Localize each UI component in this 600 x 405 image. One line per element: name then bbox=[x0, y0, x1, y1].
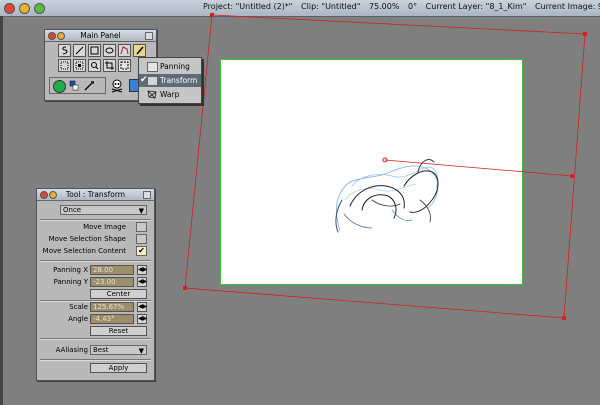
edge-handle-right[interactable] bbox=[570, 174, 574, 178]
panning-y-stepper[interactable]: ◀▶ bbox=[137, 277, 147, 287]
color-group bbox=[49, 77, 106, 94]
move-selection-content-checkbox[interactable]: ✔ bbox=[136, 246, 147, 256]
grid-tool-button[interactable] bbox=[73, 59, 86, 72]
panning-x-label: Panning X bbox=[53, 266, 88, 274]
corner-handle-br[interactable] bbox=[562, 316, 566, 320]
angle-input[interactable]: -4.43° bbox=[90, 314, 134, 324]
angle-label: Angle bbox=[68, 315, 88, 323]
menu-item-warp[interactable]: Warp bbox=[139, 88, 201, 101]
transform-selection-frame[interactable] bbox=[184, 14, 586, 319]
divider bbox=[40, 260, 151, 262]
select-tool-button[interactable] bbox=[58, 59, 71, 72]
move-image-label: Move Image bbox=[83, 223, 126, 231]
panning-y-input[interactable]: -23.00 bbox=[90, 277, 134, 287]
curve-tool-button[interactable] bbox=[118, 44, 131, 57]
angle-stepper[interactable]: ◀▶ bbox=[137, 314, 147, 324]
transform-icon bbox=[120, 61, 129, 70]
line-tool-button[interactable] bbox=[73, 44, 86, 57]
corner-handle-bl[interactable] bbox=[183, 286, 187, 290]
check-mark-icon: ✔ bbox=[138, 246, 145, 255]
transform-tool-button[interactable] bbox=[118, 59, 131, 72]
scale-input[interactable]: 125.67% bbox=[90, 302, 134, 312]
magnifier-icon bbox=[91, 62, 99, 70]
transform-icon bbox=[147, 76, 158, 86]
reset-button[interactable]: Reset bbox=[90, 326, 147, 336]
divider bbox=[40, 219, 151, 221]
crop-tool-button[interactable] bbox=[103, 59, 116, 72]
mode-select[interactable]: Once ▼ bbox=[60, 205, 147, 215]
scale-stepper[interactable]: ◀▶ bbox=[137, 302, 147, 312]
swap-colors-icon[interactable] bbox=[69, 80, 81, 92]
transform-mode-menu: Panning ✔ Transform Warp bbox=[138, 57, 202, 104]
dotted-select-icon bbox=[60, 61, 69, 70]
panning-y-label: Panning Y bbox=[53, 278, 88, 286]
brush-tool-button[interactable] bbox=[133, 44, 146, 57]
chevron-down-icon: ▼ bbox=[138, 347, 144, 355]
crop-icon bbox=[105, 61, 114, 70]
center-button[interactable]: Center bbox=[90, 289, 147, 299]
aaliasing-select[interactable]: Best ▼ bbox=[90, 345, 147, 355]
menu-item-panning[interactable]: Panning bbox=[139, 60, 201, 73]
lasso-tool-button[interactable] bbox=[58, 44, 71, 57]
panning-icon bbox=[147, 62, 158, 72]
move-image-checkbox[interactable] bbox=[136, 222, 147, 232]
move-selection-shape-label: Move Selection Shape bbox=[48, 235, 126, 243]
brush-icon bbox=[136, 46, 144, 55]
resize-tool-panel-button[interactable] bbox=[143, 191, 151, 199]
resize-panel-button[interactable] bbox=[145, 32, 153, 40]
rectangle-icon bbox=[90, 46, 99, 55]
move-selection-content-label: Move Selection Content bbox=[42, 247, 126, 255]
apply-button[interactable]: Apply bbox=[90, 363, 147, 373]
main-panel-title: Main Panel bbox=[80, 31, 121, 40]
move-selection-shape-checkbox[interactable] bbox=[136, 234, 147, 244]
chevron-down-icon: ▼ bbox=[138, 207, 144, 215]
character-sketch bbox=[335, 159, 439, 233]
lasso-icon bbox=[62, 46, 68, 55]
menu-item-transform[interactable]: ✔ Transform bbox=[139, 74, 201, 87]
tool-panel-titlebar[interactable]: Tool : Transform bbox=[37, 189, 154, 201]
zoom-tool-button[interactable] bbox=[88, 59, 101, 72]
corner-handle-tr[interactable] bbox=[583, 32, 587, 36]
aaliasing-label: AAliasing bbox=[55, 346, 88, 354]
warp-icon bbox=[147, 90, 157, 99]
ellipse-tool-button[interactable] bbox=[103, 44, 116, 57]
green-color-swatch[interactable] bbox=[53, 80, 66, 93]
main-panel-titlebar[interactable]: Main Panel bbox=[45, 30, 156, 42]
divider bbox=[40, 359, 151, 361]
divider bbox=[40, 338, 151, 340]
grid-icon bbox=[75, 61, 84, 70]
ellipse-icon bbox=[105, 47, 114, 54]
tool-panel-title: Tool : Transform bbox=[65, 190, 126, 199]
scale-label: Scale bbox=[69, 303, 88, 311]
skull-icon[interactable] bbox=[109, 78, 125, 93]
tool-transform-panel: Tool : Transform Once ▼ Move Image Move … bbox=[36, 188, 155, 381]
rectangle-tool-button[interactable] bbox=[88, 44, 101, 57]
eyedropper-icon[interactable] bbox=[83, 80, 95, 92]
curve-icon bbox=[120, 46, 129, 55]
rotation-handle-line[interactable] bbox=[384, 159, 573, 177]
panning-x-input[interactable]: 28.00 bbox=[90, 265, 134, 275]
panning-x-stepper[interactable]: ◀▶ bbox=[137, 265, 147, 275]
corner-handle-tl[interactable] bbox=[210, 13, 214, 17]
line-icon bbox=[75, 46, 84, 55]
